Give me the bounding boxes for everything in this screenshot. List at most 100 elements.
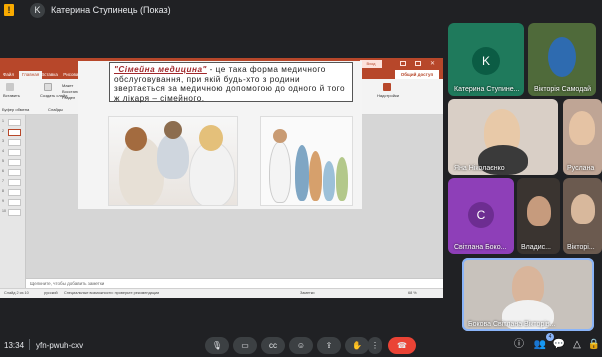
participant-tile[interactable]: K Катерина Ступине... bbox=[448, 23, 524, 96]
ribbon-tab[interactable]: Главная bbox=[19, 71, 43, 79]
thumbnail-number: 10 bbox=[2, 209, 6, 213]
camera-icon[interactable]: ▭ bbox=[233, 337, 257, 354]
presenter-title: Катерина Ступинець (Показ) bbox=[51, 5, 171, 15]
slide-thumbnail[interactable] bbox=[8, 159, 21, 166]
thumbnail-number: 7 bbox=[2, 179, 4, 183]
participant-face bbox=[569, 111, 595, 145]
chat-icon[interactable]: 💬 bbox=[552, 338, 566, 352]
paste-label[interactable]: Вставить bbox=[3, 93, 20, 98]
warning-icon[interactable]: ! bbox=[4, 4, 14, 16]
participant-tile[interactable]: С Світлана Боко... bbox=[448, 178, 514, 254]
slide-thumbnail[interactable] bbox=[8, 169, 21, 176]
child-head bbox=[164, 121, 182, 139]
thumbnail-number: 1 bbox=[2, 119, 4, 123]
status-slide-count: Слайд 2 из 10 bbox=[4, 291, 29, 295]
doctor-child-photo bbox=[108, 116, 238, 206]
participant-face bbox=[571, 194, 595, 224]
hang-up-icon[interactable]: ☎ bbox=[388, 337, 416, 354]
doctor-figure bbox=[269, 141, 291, 203]
slide-thumbnail[interactable] bbox=[8, 149, 21, 156]
thumbnail-number: 4 bbox=[2, 149, 4, 153]
divider bbox=[29, 339, 30, 350]
thumbnail-number: 6 bbox=[2, 169, 4, 173]
thumbnail-number: 9 bbox=[2, 199, 4, 203]
status-zoom[interactable]: 68 % bbox=[408, 291, 417, 295]
doctor-head bbox=[125, 127, 147, 151]
child-figure bbox=[323, 161, 335, 201]
section-button[interactable]: Раздел bbox=[62, 95, 75, 100]
participant-tile[interactable]: Руслана bbox=[563, 99, 602, 175]
participant-avatar: С bbox=[468, 202, 494, 228]
slide-thumbnail[interactable] bbox=[8, 189, 21, 196]
active-speaker-frame bbox=[462, 258, 594, 331]
slide-thumbnail[interactable] bbox=[8, 199, 21, 206]
participant-tile[interactable]: Владис... bbox=[517, 178, 560, 254]
slide-text: "Сімейна медицина" - це така форма медич… bbox=[114, 65, 348, 103]
captions-icon[interactable]: cc bbox=[261, 337, 285, 354]
doctor-head-2 bbox=[199, 125, 223, 151]
addins-icon[interactable] bbox=[383, 83, 391, 91]
ribbon-tab[interactable]: Вставка bbox=[41, 71, 58, 79]
participant-name: Руслана bbox=[567, 165, 595, 172]
addins-label[interactable]: Надстройки bbox=[377, 93, 399, 98]
child-figure-2 bbox=[336, 157, 348, 201]
slides-group-label: Слайды bbox=[48, 107, 63, 112]
ppt-signin-button[interactable]: Вход bbox=[360, 60, 382, 68]
man-figure bbox=[295, 145, 309, 201]
participant-photo bbox=[548, 37, 576, 77]
slide-lead: "Сімейна медицина" bbox=[114, 65, 207, 74]
participant-name: Вікторі... bbox=[567, 244, 595, 251]
slide-thumbnail[interactable] bbox=[8, 139, 21, 146]
present-icon[interactable]: ⇪ bbox=[317, 337, 341, 354]
close-icon[interactable]: ✕ bbox=[430, 58, 436, 67]
meeting-code: yfn-pwuh-cxv bbox=[36, 341, 84, 350]
paste-icon[interactable] bbox=[6, 83, 14, 91]
people-icon[interactable]: 👥 bbox=[533, 338, 547, 352]
activities-icon[interactable]: △ bbox=[570, 338, 584, 352]
participant-tile[interactable]: Вікторі... bbox=[563, 178, 602, 254]
thumbnail-number: 8 bbox=[2, 189, 4, 193]
thumbnail-number: 5 bbox=[2, 159, 4, 163]
more-icon[interactable]: ⋮ bbox=[368, 337, 382, 354]
slide-thumbnails: 1 2 3 4 5 6 7 8 9 10 bbox=[0, 115, 26, 288]
family-doctor-photo bbox=[260, 116, 353, 206]
notes-pane[interactable]: Щелкните, чтобы добавить заметки bbox=[26, 278, 443, 288]
participant-tile[interactable]: Яна Ніколаєнко bbox=[448, 99, 558, 175]
raise-hand-icon[interactable]: ✋ bbox=[345, 337, 369, 354]
participant-name: Катерина Ступине... bbox=[454, 86, 520, 93]
woman-figure bbox=[309, 151, 322, 201]
participant-name: Вікторія Самодай bbox=[534, 86, 592, 93]
ppt-status-bar: Слайд 2 из 10 русский Специальные возмож… bbox=[0, 288, 443, 298]
microphone-icon[interactable]: 🎙 bbox=[205, 337, 229, 354]
host-controls-icon[interactable]: 🔒 bbox=[587, 338, 601, 352]
maximize-icon[interactable] bbox=[415, 61, 421, 66]
participant-name: Світлана Боко... bbox=[454, 244, 507, 251]
participant-name: Яна Ніколаєнко bbox=[454, 165, 505, 172]
minimize-icon[interactable] bbox=[400, 61, 406, 66]
info-icon[interactable]: ⓘ bbox=[512, 338, 526, 352]
participant-avatar: K bbox=[472, 47, 500, 75]
slide-thumbnail[interactable] bbox=[8, 179, 21, 186]
clock: 13:34 bbox=[4, 341, 25, 350]
layout-button[interactable]: Макет bbox=[62, 83, 73, 88]
clipboard-group-label: Буфер обмена bbox=[2, 107, 30, 112]
presenter-avatar: K bbox=[30, 3, 45, 18]
slide-thumbnail[interactable] bbox=[8, 129, 21, 136]
participant-face bbox=[527, 196, 551, 226]
child-figure bbox=[157, 133, 189, 179]
slide-thumbnail[interactable] bbox=[8, 119, 21, 126]
ribbon-tab[interactable]: Файл bbox=[3, 71, 14, 79]
status-notes[interactable]: Заметки bbox=[300, 291, 315, 295]
share-button[interactable]: Общий доступ bbox=[395, 70, 439, 79]
participant-tile[interactable]: Вікторія Самодай bbox=[528, 23, 596, 96]
thumbnail-number: 2 bbox=[2, 129, 4, 133]
new-slide-icon[interactable] bbox=[44, 83, 52, 91]
doctor-head bbox=[273, 129, 287, 143]
emoji-icon[interactable]: ☺ bbox=[289, 337, 313, 354]
slide-text-box[interactable]: "Сімейна медицина" - це така форма медич… bbox=[109, 62, 353, 103]
thumbnail-number: 3 bbox=[2, 139, 4, 143]
status-language: русский bbox=[44, 291, 58, 295]
participant-name: Владис... bbox=[521, 244, 551, 251]
slide-thumbnail[interactable] bbox=[8, 209, 21, 216]
status-accessibility[interactable]: Специальные возможности: проверьте реком… bbox=[64, 291, 159, 295]
